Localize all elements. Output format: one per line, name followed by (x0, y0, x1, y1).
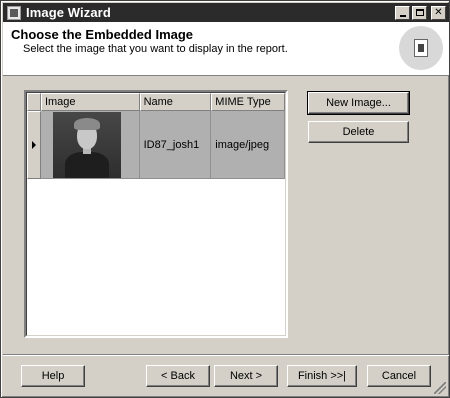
cancel-button[interactable]: Cancel (367, 365, 431, 387)
photo-thumbnail (52, 111, 121, 178)
row-selector-header[interactable] (27, 93, 41, 111)
mime-type-cell[interactable]: image/jpeg (211, 111, 286, 179)
wizard-header: Choose the Embedded Image Select the ima… (3, 22, 449, 76)
close-button[interactable]: ✕ (431, 5, 446, 20)
resize-grip-icon[interactable] (434, 382, 446, 394)
title-bar[interactable]: Image Wizard ✕ (3, 3, 449, 22)
page-subtitle: Select the image that you want to displa… (23, 43, 288, 55)
column-header-image[interactable]: Image (40, 93, 140, 111)
window-title: Image Wizard (26, 5, 111, 20)
row-selector[interactable] (27, 111, 41, 179)
minimize-icon (399, 14, 406, 17)
footer-divider (3, 354, 449, 356)
name-cell[interactable]: ID87_josh1 (139, 111, 212, 179)
finish-button[interactable]: Finish >>| (287, 365, 357, 387)
image-doc-icon (414, 39, 428, 57)
grid-header-row: Image Name MIME Type (27, 93, 285, 111)
maximize-button[interactable] (412, 5, 427, 20)
window-controls: ✕ (395, 5, 446, 20)
next-button[interactable]: Next > (214, 365, 278, 387)
wizard-image-icon (399, 26, 443, 70)
column-header-mime-type[interactable]: MIME Type (211, 93, 285, 111)
image-wizard-window: Image Wizard ✕ Choose the Embedded Image… (0, 0, 450, 398)
new-image-button[interactable]: New Image... (307, 91, 410, 115)
back-button[interactable]: < Back (146, 365, 210, 387)
grid-body: Image Name MIME Type ID87_josh1 image/jp… (26, 92, 286, 336)
image-cell[interactable] (40, 111, 140, 179)
current-row-arrow-icon (31, 141, 36, 149)
table-row[interactable]: ID87_josh1 image/jpeg (27, 111, 286, 179)
maximize-icon (415, 9, 424, 16)
page-title: Choose the Embedded Image (11, 27, 194, 42)
minimize-button[interactable] (395, 5, 410, 20)
column-header-name[interactable]: Name (139, 93, 212, 111)
close-icon: ✕ (434, 6, 443, 18)
image-grid[interactable]: Image Name MIME Type ID87_josh1 image/jp… (24, 90, 288, 338)
delete-button[interactable]: Delete (308, 121, 409, 143)
help-button[interactable]: Help (21, 365, 85, 387)
window-app-icon (7, 5, 21, 20)
